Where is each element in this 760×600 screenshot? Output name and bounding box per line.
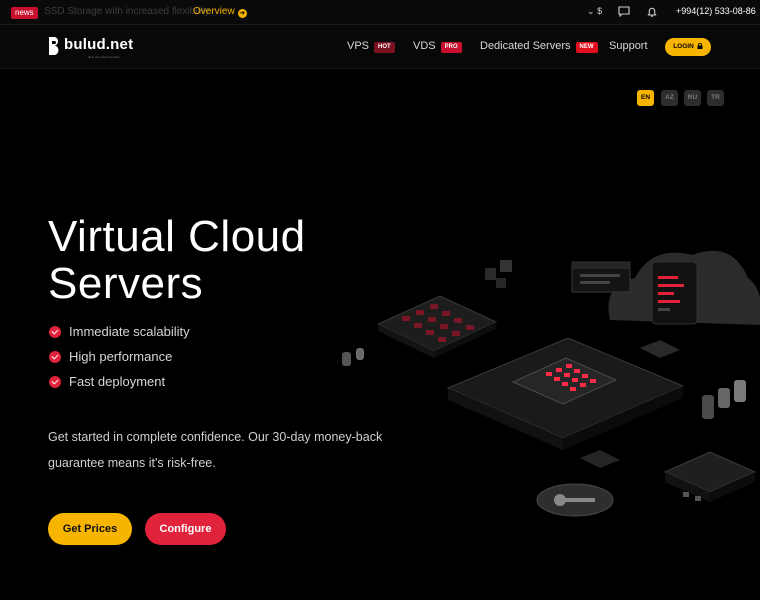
bell-icon[interactable] <box>646 6 658 18</box>
chat-icon[interactable] <box>618 6 630 17</box>
news-overview-link[interactable]: Overview ➜ <box>193 6 247 18</box>
check-circle-icon <box>49 351 61 363</box>
nav-item-label: Dedicated Servers <box>480 40 571 52</box>
language-az[interactable]: AZ <box>661 90 678 106</box>
feature-item: High performance <box>49 349 172 364</box>
nav-item-vds[interactable]: VDS PRO <box>413 40 462 53</box>
nav-item-label: VDS <box>413 40 436 52</box>
feature-label: Immediate scalability <box>69 324 190 339</box>
feature-label: High performance <box>69 349 173 364</box>
feature-label: Fast deployment <box>69 374 166 389</box>
phone-number[interactable]: +994(12) 533-08-86 <box>676 6 756 16</box>
currency-selector[interactable]: ⌄ $ <box>587 6 602 17</box>
server-infrastructure-illustration <box>342 250 760 517</box>
language-ru[interactable]: RU <box>684 90 701 106</box>
nav-item-label: Support <box>609 40 648 52</box>
hero-title: Virtual Cloud Servers <box>48 212 306 308</box>
logo-text[interactable]: bulud.net <box>64 36 133 53</box>
news-text: SSD Storage with increased flexibility <box>44 6 210 17</box>
main-navbar: bulud.net all in one cloud provider VPS H… <box>0 25 760 69</box>
top-announcement-bar: news SSD Storage with increased flexibil… <box>0 0 760 25</box>
configure-button[interactable]: Configure <box>145 513 226 545</box>
get-prices-button[interactable]: Get Prices <box>48 513 132 545</box>
login-label: LOGIN <box>673 43 694 50</box>
logo-tagline: all in one cloud provider <box>88 55 120 59</box>
check-circle-icon <box>49 376 61 388</box>
feature-item: Fast deployment <box>49 374 165 389</box>
language-en[interactable]: EN <box>637 90 654 106</box>
news-overview-label: Overview <box>193 6 235 17</box>
feature-item: Immediate scalability <box>49 324 190 339</box>
lock-icon <box>697 43 703 49</box>
currency-label: $ <box>597 6 603 16</box>
news-badge: news <box>11 7 38 19</box>
hero-description: Get started in complete confidence. Our … <box>48 430 383 470</box>
check-circle-icon <box>49 326 61 338</box>
nav-item-support[interactable]: Support <box>609 40 648 52</box>
nav-item-dedicated-servers[interactable]: Dedicated Servers NEW <box>480 40 598 53</box>
hot-badge: HOT <box>374 42 395 53</box>
nav-item-label: VPS <box>347 40 370 52</box>
login-button[interactable]: LOGIN <box>665 38 711 56</box>
language-tr[interactable]: TR <box>707 90 724 106</box>
pro-badge: PRO <box>440 42 462 53</box>
logo-icon[interactable] <box>48 36 62 56</box>
nav-item-vps[interactable]: VPS HOT <box>347 40 395 53</box>
chevron-down-icon: ⌄ <box>587 6 595 16</box>
new-badge: NEW <box>575 42 598 53</box>
arrow-circle-right-icon: ➜ <box>237 9 247 18</box>
